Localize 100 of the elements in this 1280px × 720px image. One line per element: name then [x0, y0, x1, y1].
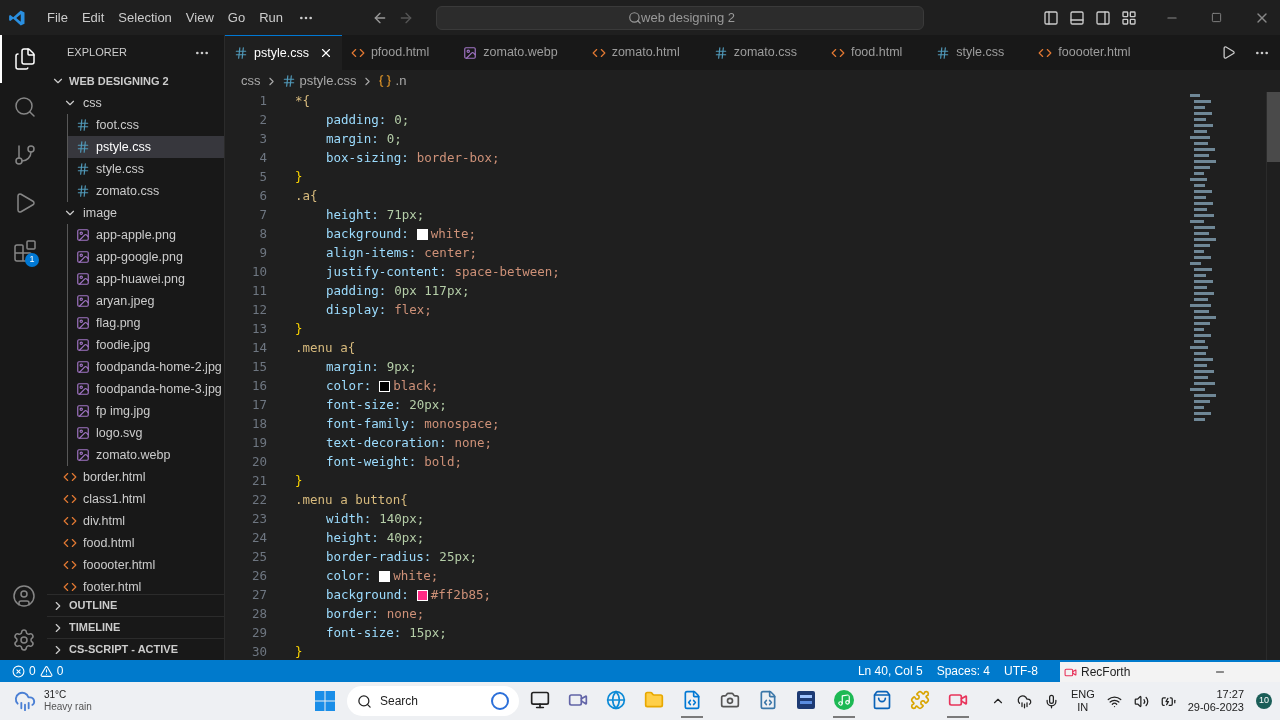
status-item[interactable]: Spaces: 4 — [936, 662, 990, 680]
explorer-entry[interactable]: fp img.jpg — [68, 400, 224, 422]
image-file-icon — [76, 426, 90, 440]
restore-icon[interactable] — [1211, 12, 1222, 23]
css-property: height: — [326, 529, 379, 548]
css-value: space-between; — [454, 263, 560, 282]
microphone-icon[interactable] — [1043, 693, 1059, 709]
css-property: background: — [326, 225, 409, 244]
activity-button[interactable]: 1 — [0, 227, 47, 275]
css-value: 0; — [394, 111, 410, 130]
editor-tab[interactable]: food.html — [821, 35, 928, 70]
line-number: 3 — [258, 130, 267, 149]
explorer-entry[interactable]: aryan.jpeg — [68, 290, 224, 312]
line-number: 12 — [250, 301, 267, 320]
files-icon — [12, 47, 37, 71]
menu-item[interactable]: View — [178, 7, 221, 28]
css-value: 71px; — [386, 206, 425, 225]
toggle-panel-icon[interactable] — [1069, 9, 1085, 26]
editor-tab[interactable]: style.css — [927, 35, 1030, 70]
notification-badge[interactable]: 10 — [1256, 693, 1272, 709]
clock-date[interactable]: 29-06-2023 — [1187, 701, 1244, 714]
editor-tab[interactable]: fooooter.html — [1029, 35, 1156, 70]
wifi-icon[interactable] — [1106, 693, 1122, 709]
css-selector: .menu a button{ — [295, 491, 408, 510]
cloud-icon[interactable] — [1016, 693, 1032, 709]
scrollbar[interactable] — [1266, 92, 1280, 660]
warning-count[interactable]: 0 — [56, 662, 64, 680]
css-value: 15px; — [409, 624, 447, 643]
folder-entry[interactable]: image — [47, 202, 224, 224]
start-icon[interactable] — [315, 691, 335, 711]
language-indicator[interactable]: ENG — [1070, 688, 1095, 701]
explorer-entry[interactable]: foodie.jpg — [68, 334, 224, 356]
explorer-entry[interactable]: fooooter.html — [47, 554, 224, 576]
editor-tab[interactable]: zomato.html — [582, 35, 705, 70]
css-value: monospace; — [424, 415, 500, 434]
explorer-entry[interactable]: foodpanda-home-3.jpg — [68, 378, 224, 400]
workspace-header[interactable]: WEB DESIGNING 2 — [47, 70, 224, 92]
breadcrumb-item[interactable]: css — [241, 71, 261, 91]
css-property: justify-content: — [326, 263, 447, 282]
warning-icon — [39, 664, 53, 678]
toggle-secondary-sidebar-icon[interactable] — [1095, 9, 1111, 26]
editor-tab[interactable]: zomato.webp — [454, 35, 583, 70]
line-number: 16 — [250, 377, 267, 396]
explorer-entry[interactable]: app-huawei.png — [68, 268, 224, 290]
puzzle-icon — [910, 690, 930, 710]
folder-entry[interactable]: css — [47, 92, 224, 114]
breadcrumb-item[interactable]: pstyle.css — [299, 71, 357, 91]
weather-condition: Heavy rain — [44, 701, 92, 713]
account-icon[interactable] — [11, 584, 36, 608]
explorer-entry[interactable]: footer.html — [47, 576, 224, 594]
explorer-entry[interactable]: div.html — [47, 510, 224, 532]
line-number: 13 — [250, 320, 267, 339]
line-number: 4 — [258, 149, 267, 168]
panel-header[interactable]: OUTLINE — [47, 594, 224, 616]
clock-time[interactable]: 17:27 — [1216, 688, 1244, 701]
status-item[interactable]: Ln 40, Col 5 — [857, 662, 923, 680]
dev-app-icon — [796, 690, 816, 710]
command-center-field[interactable]: web designing 2 — [436, 5, 924, 30]
line-number: 25 — [250, 548, 267, 567]
menu-item[interactable]: Selection — [111, 7, 179, 28]
line-number: 1 — [258, 92, 267, 111]
explorer-entry[interactable]: logo.svg — [68, 422, 224, 444]
explorer-entry[interactable]: app-apple.png — [68, 224, 224, 246]
error-count[interactable]: 0 — [29, 662, 36, 680]
explorer-entry[interactable]: flag.png — [68, 312, 224, 334]
explorer-entry[interactable]: foot.css — [68, 114, 224, 136]
explorer-entry[interactable]: zomato.webp — [68, 444, 224, 466]
run-icon[interactable] — [1221, 45, 1236, 60]
explorer-entry[interactable]: foodpanda-home-2.jpg — [68, 356, 224, 378]
menu-item[interactable]: Go — [220, 7, 253, 28]
menu-item[interactable]: File — [40, 7, 75, 28]
editor-tab[interactable]: pstyle.css — [225, 35, 342, 70]
explorer-entry[interactable]: zomato.css — [68, 180, 224, 202]
css-value: 0px 117px; — [394, 282, 470, 301]
breadcrumb-item[interactable]: .n — [395, 71, 407, 91]
html-file-icon — [63, 514, 77, 528]
toggle-sidebar-icon[interactable] — [1043, 9, 1059, 26]
css-value: bold; — [424, 453, 462, 472]
line-number: 26 — [250, 567, 267, 586]
panel-header[interactable]: TIMELINE — [47, 616, 224, 638]
weather-widget[interactable]: 31°C Heavy rain — [0, 689, 300, 713]
explorer-entry[interactable]: border.html — [47, 466, 224, 488]
explorer-entry[interactable]: app-google.png — [68, 246, 224, 268]
explorer-entry[interactable]: pstyle.css — [68, 136, 224, 158]
menu-item[interactable]: Run — [252, 7, 290, 28]
taskbar-search[interactable]: Search — [347, 686, 519, 716]
language-indicator[interactable]: IN — [1077, 701, 1089, 714]
editor-tab[interactable]: pfood.html — [341, 35, 455, 70]
status-item[interactable]: UTF-8 — [1004, 662, 1038, 680]
explorer-entry[interactable]: style.css — [68, 158, 224, 180]
explorer-entry[interactable]: food.html — [47, 532, 224, 554]
css-value: 0; — [386, 130, 402, 149]
menu-item[interactable]: Edit — [74, 7, 112, 28]
settings-icon[interactable] — [11, 628, 36, 652]
css-selector: .menu a{ — [295, 339, 356, 358]
css-property: font-family: — [326, 415, 417, 434]
explorer-entry[interactable]: class1.html — [47, 488, 224, 510]
speaker-icon[interactable] — [1133, 693, 1149, 709]
editor-tab[interactable]: zomato.css — [704, 35, 822, 70]
layout-icon[interactable] — [1121, 9, 1137, 26]
